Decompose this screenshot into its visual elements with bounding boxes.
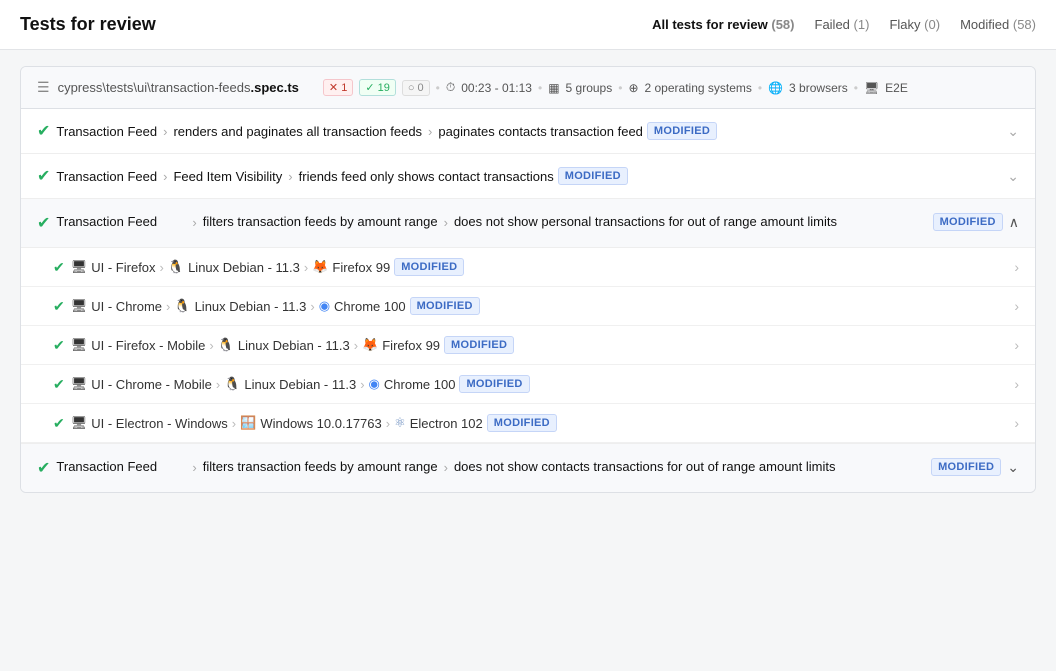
spec-card: ☰ cypress\tests\ui\transaction-feeds.spe… <box>20 66 1036 493</box>
skip-badge: ○ 0 <box>402 80 430 96</box>
sub-check-2: ✔ <box>53 298 65 315</box>
chevron-down-1: ⌄ <box>1007 123 1019 140</box>
pass-badge: ✓ 19 <box>359 79 396 96</box>
test-row-2[interactable]: ✔ Transaction Feed › Feed Item Visibilit… <box>21 154 1035 199</box>
spec-header: ☰ cypress\tests\ui\transaction-feeds.spe… <box>21 67 1035 109</box>
modified-badge-expanded: MODIFIED <box>933 213 1003 231</box>
browsers-icon: 🌐 <box>768 81 783 95</box>
sub-breadcrumb-5: 🖥 UI - Electron - Windows › 🪟 Windows 10… <box>71 414 1009 432</box>
chrome-icon-2: ◉ <box>369 376 380 392</box>
linux-icon-2: 🐧 <box>174 298 190 314</box>
spec-browsers: 3 browsers <box>789 81 848 95</box>
spec-path: cypress\tests\ui\transaction-feeds.spec.… <box>58 80 299 95</box>
sub-chevron-5: › <box>1014 415 1019 431</box>
sub-modified-3: MODIFIED <box>444 336 514 354</box>
main-content: ☰ cypress\tests\ui\transaction-feeds.spe… <box>0 50 1056 509</box>
linux-icon-4: 🐧 <box>224 376 240 392</box>
expanded-col3: does not show personal transactions for … <box>454 213 927 231</box>
chevron-up-expanded[interactable]: ∧ <box>1009 214 1019 231</box>
sub-row-5[interactable]: ✔ 🖥 UI - Electron - Windows › 🪟 Windows … <box>21 404 1035 443</box>
partial-test-row: ✔ Transaction Feed › filters transaction… <box>21 443 1035 492</box>
check-icon-1: ✔ <box>37 121 50 141</box>
firefox-icon-1: 🦊 <box>312 259 328 275</box>
arrow-icon-p1: › <box>192 460 196 475</box>
sub-check-3: ✔ <box>53 337 65 354</box>
sub-check-4: ✔ <box>53 376 65 393</box>
os-icon: ⊕ <box>628 81 638 95</box>
modified-badge-1: MODIFIED <box>647 122 717 140</box>
sub-row-4[interactable]: ✔ 🖥 UI - Chrome - Mobile › 🐧 Linux Debia… <box>21 365 1035 404</box>
sub-breadcrumb-4: 🖥 UI - Chrome - Mobile › 🐧 Linux Debian … <box>71 375 1009 393</box>
tab-flaky[interactable]: Flaky (0) <box>889 17 940 32</box>
sub-chevron-2: › <box>1014 298 1019 314</box>
sub-breadcrumb-2: 🖥 UI - Chrome › 🐧 Linux Debian - 11.3 › … <box>71 297 1009 315</box>
expanded-col1: Transaction Feed <box>56 213 186 231</box>
expanded-modified: MODIFIED ∧ <box>933 213 1019 231</box>
spec-groups: 5 groups <box>566 81 613 95</box>
electron-icon: ⚛ <box>394 415 406 431</box>
arrow-icon-2: › <box>444 215 448 230</box>
sub-breadcrumb-3: 🖥 UI - Firefox - Mobile › 🐧 Linux Debian… <box>71 336 1009 354</box>
sub-modified-1: MODIFIED <box>394 258 464 276</box>
sub-check-5: ✔ <box>53 415 65 432</box>
monitor-icon-5: 🖥 <box>71 415 88 431</box>
partial-content: Transaction Feed › filters transaction f… <box>56 458 925 476</box>
chevron-down-partial[interactable]: ⌄ <box>1007 459 1019 476</box>
partial-modified: MODIFIED ⌄ <box>931 458 1019 476</box>
spec-meta: ✕ 1 ✓ 19 ○ 0 • ⏱ 00:23 - 01:13 • ▦ 5 gro… <box>323 79 908 96</box>
sub-chevron-1: › <box>1014 259 1019 275</box>
sub-row-2[interactable]: ✔ 🖥 UI - Chrome › 🐧 Linux Debian - 11.3 … <box>21 287 1035 326</box>
windows-icon: 🪟 <box>240 415 256 431</box>
page-header: Tests for review All tests for review (5… <box>0 0 1056 50</box>
monitor-icon-3: 🖥 <box>71 337 88 353</box>
tab-all-tests[interactable]: All tests for review (58) <box>652 17 794 32</box>
check-icon-2: ✔ <box>37 166 50 186</box>
expanded-col2: filters transaction feeds by amount rang… <box>203 213 438 231</box>
expanded-content: Transaction Feed › filters transaction f… <box>56 213 926 231</box>
spec-time: 00:23 - 01:13 <box>461 81 532 95</box>
sub-check-1: ✔ <box>53 259 65 276</box>
monitor-icon: 🖥 <box>864 81 879 95</box>
groups-icon: ▦ <box>548 81 559 95</box>
expanded-test-row: ✔ Transaction Feed › filters transaction… <box>21 199 1035 248</box>
check-icon-partial: ✔ <box>37 458 50 478</box>
test-row-1[interactable]: ✔ Transaction Feed › renders and paginat… <box>21 109 1035 154</box>
tab-modified[interactable]: Modified (58) <box>960 17 1036 32</box>
sub-chevron-3: › <box>1014 337 1019 353</box>
firefox-icon-2: 🦊 <box>362 337 378 353</box>
partial-col3: does not show contacts transactions for … <box>454 458 925 476</box>
sub-modified-2: MODIFIED <box>410 297 480 315</box>
fail-badge: ✕ 1 <box>323 79 353 96</box>
modified-badge-2: MODIFIED <box>558 167 628 185</box>
monitor-icon-2: 🖥 <box>71 298 88 314</box>
arrow-icon-p2: › <box>444 460 448 475</box>
time-icon: ⏱ <box>446 80 455 95</box>
partial-col1: Transaction Feed <box>56 458 186 476</box>
sub-chevron-4: › <box>1014 376 1019 392</box>
page-title: Tests for review <box>20 14 156 35</box>
sub-row-3[interactable]: ✔ 🖥 UI - Firefox - Mobile › 🐧 Linux Debi… <box>21 326 1035 365</box>
linux-icon-1: 🐧 <box>168 259 184 275</box>
partial-col2: filters transaction feeds by amount rang… <box>203 458 438 476</box>
spec-type: E2E <box>885 81 908 95</box>
sub-breadcrumb-1: 🖥 UI - Firefox › 🐧 Linux Debian - 11.3 ›… <box>71 258 1009 276</box>
check-icon-expanded: ✔ <box>37 213 50 233</box>
file-icon: ☰ <box>37 79 50 96</box>
sub-modified-4: MODIFIED <box>459 375 529 393</box>
monitor-icon-1: 🖥 <box>71 259 88 275</box>
chevron-down-2: ⌄ <box>1007 168 1019 185</box>
modified-badge-partial: MODIFIED <box>931 458 1001 476</box>
linux-icon-3: 🐧 <box>218 337 234 353</box>
chrome-icon-1: ◉ <box>319 298 330 314</box>
spec-os: 2 operating systems <box>645 81 752 95</box>
monitor-icon-4: 🖥 <box>71 376 88 392</box>
header-tabs: All tests for review (58) Failed (1) Fla… <box>652 17 1036 32</box>
tab-failed[interactable]: Failed (1) <box>815 17 870 32</box>
sub-row-1[interactable]: ✔ 🖥 UI - Firefox › 🐧 Linux Debian - 11.3… <box>21 248 1035 287</box>
arrow-icon-1: › <box>192 215 196 230</box>
breadcrumb-2: Transaction Feed › Feed Item Visibility … <box>56 167 1001 185</box>
breadcrumb-1: Transaction Feed › renders and paginates… <box>56 122 1001 140</box>
sub-modified-5: MODIFIED <box>487 414 557 432</box>
